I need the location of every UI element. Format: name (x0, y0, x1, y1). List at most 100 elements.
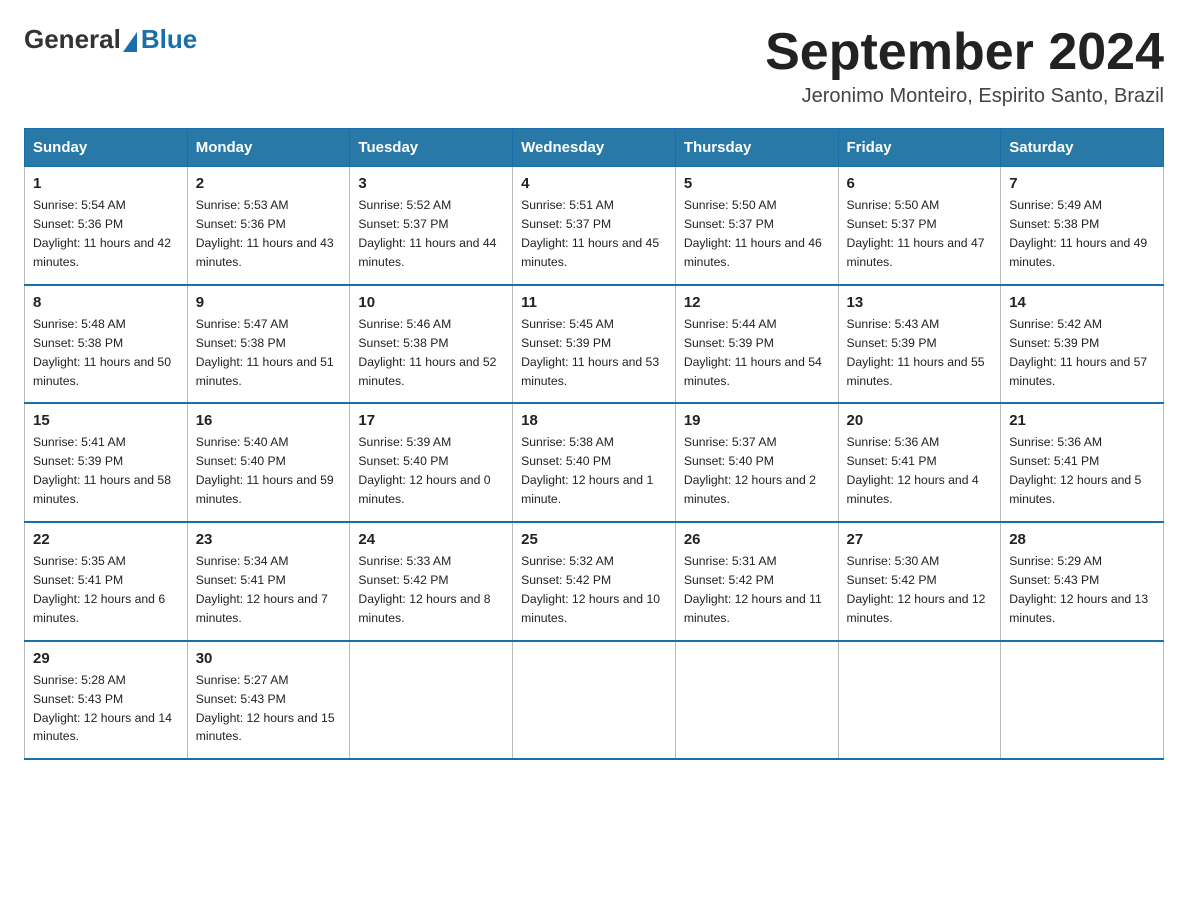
sunset-label: Sunset: 5:38 PM (33, 336, 123, 350)
daylight-label: Daylight: 11 hours and 55 minutes. (847, 355, 985, 388)
sunset-label: Sunset: 5:40 PM (684, 454, 774, 468)
sunset-label: Sunset: 5:40 PM (521, 454, 611, 468)
daylight-label: Daylight: 12 hours and 14 minutes. (33, 711, 172, 744)
weekday-header-saturday: Saturday (1001, 129, 1164, 167)
header: General Blue September 2024 Jeronimo Mon… (24, 24, 1164, 108)
sunrise-label: Sunrise: 5:50 AM (684, 198, 777, 212)
sunset-label: Sunset: 5:43 PM (1009, 573, 1099, 587)
day-number: 19 (684, 412, 830, 429)
daylight-label: Daylight: 11 hours and 45 minutes. (521, 236, 659, 269)
day-number: 4 (521, 175, 667, 192)
day-info: Sunrise: 5:43 AM Sunset: 5:39 PM Dayligh… (847, 315, 993, 391)
sunrise-label: Sunrise: 5:33 AM (358, 554, 451, 568)
location-subtitle: Jeronimo Monteiro, Espirito Santo, Brazi… (765, 85, 1164, 108)
sunset-label: Sunset: 5:37 PM (358, 217, 448, 231)
day-number: 5 (684, 175, 830, 192)
day-number: 3 (358, 175, 504, 192)
sunrise-label: Sunrise: 5:41 AM (33, 435, 126, 449)
day-cell-2: 2 Sunrise: 5:53 AM Sunset: 5:36 PM Dayli… (187, 167, 350, 285)
day-info: Sunrise: 5:32 AM Sunset: 5:42 PM Dayligh… (521, 552, 667, 628)
sunset-label: Sunset: 5:41 PM (1009, 454, 1099, 468)
day-info: Sunrise: 5:36 AM Sunset: 5:41 PM Dayligh… (847, 433, 993, 509)
sunrise-label: Sunrise: 5:36 AM (847, 435, 940, 449)
sunrise-label: Sunrise: 5:34 AM (196, 554, 289, 568)
sunrise-label: Sunrise: 5:53 AM (196, 198, 289, 212)
daylight-label: Daylight: 11 hours and 47 minutes. (847, 236, 985, 269)
day-info: Sunrise: 5:37 AM Sunset: 5:40 PM Dayligh… (684, 433, 830, 509)
day-info: Sunrise: 5:47 AM Sunset: 5:38 PM Dayligh… (196, 315, 342, 391)
day-info: Sunrise: 5:28 AM Sunset: 5:43 PM Dayligh… (33, 671, 179, 747)
daylight-label: Daylight: 12 hours and 4 minutes. (847, 473, 979, 506)
day-number: 20 (847, 412, 993, 429)
logo-triangle-icon (123, 32, 137, 52)
day-info: Sunrise: 5:40 AM Sunset: 5:40 PM Dayligh… (196, 433, 342, 509)
day-number: 22 (33, 531, 179, 548)
sunrise-label: Sunrise: 5:28 AM (33, 673, 126, 687)
day-info: Sunrise: 5:35 AM Sunset: 5:41 PM Dayligh… (33, 552, 179, 628)
sunrise-label: Sunrise: 5:32 AM (521, 554, 614, 568)
sunrise-label: Sunrise: 5:44 AM (684, 317, 777, 331)
day-number: 9 (196, 294, 342, 311)
daylight-label: Daylight: 12 hours and 8 minutes. (358, 592, 490, 625)
day-cell-1: 1 Sunrise: 5:54 AM Sunset: 5:36 PM Dayli… (25, 167, 188, 285)
day-number: 8 (33, 294, 179, 311)
week-row-1: 1 Sunrise: 5:54 AM Sunset: 5:36 PM Dayli… (25, 167, 1164, 285)
daylight-label: Daylight: 11 hours and 51 minutes. (196, 355, 334, 388)
weekday-header-thursday: Thursday (675, 129, 838, 167)
sunset-label: Sunset: 5:39 PM (684, 336, 774, 350)
weekday-header-tuesday: Tuesday (350, 129, 513, 167)
day-info: Sunrise: 5:41 AM Sunset: 5:39 PM Dayligh… (33, 433, 179, 509)
sunrise-label: Sunrise: 5:48 AM (33, 317, 126, 331)
day-number: 17 (358, 412, 504, 429)
day-cell-22: 22 Sunrise: 5:35 AM Sunset: 5:41 PM Dayl… (25, 522, 188, 641)
day-cell-3: 3 Sunrise: 5:52 AM Sunset: 5:37 PM Dayli… (350, 167, 513, 285)
day-info: Sunrise: 5:33 AM Sunset: 5:42 PM Dayligh… (358, 552, 504, 628)
daylight-label: Daylight: 12 hours and 5 minutes. (1009, 473, 1141, 506)
sunset-label: Sunset: 5:43 PM (196, 692, 286, 706)
day-info: Sunrise: 5:51 AM Sunset: 5:37 PM Dayligh… (521, 196, 667, 272)
daylight-label: Daylight: 12 hours and 2 minutes. (684, 473, 816, 506)
day-number: 15 (33, 412, 179, 429)
day-number: 29 (33, 650, 179, 667)
day-info: Sunrise: 5:50 AM Sunset: 5:37 PM Dayligh… (684, 196, 830, 272)
day-info: Sunrise: 5:30 AM Sunset: 5:42 PM Dayligh… (847, 552, 993, 628)
daylight-label: Daylight: 11 hours and 58 minutes. (33, 473, 171, 506)
sunset-label: Sunset: 5:38 PM (1009, 217, 1099, 231)
empty-cell (1001, 641, 1164, 760)
logo-general: General (24, 24, 121, 55)
day-cell-15: 15 Sunrise: 5:41 AM Sunset: 5:39 PM Dayl… (25, 403, 188, 522)
day-cell-5: 5 Sunrise: 5:50 AM Sunset: 5:37 PM Dayli… (675, 167, 838, 285)
sunset-label: Sunset: 5:39 PM (1009, 336, 1099, 350)
day-cell-24: 24 Sunrise: 5:33 AM Sunset: 5:42 PM Dayl… (350, 522, 513, 641)
sunrise-label: Sunrise: 5:42 AM (1009, 317, 1102, 331)
empty-cell (513, 641, 676, 760)
sunrise-label: Sunrise: 5:54 AM (33, 198, 126, 212)
day-number: 18 (521, 412, 667, 429)
sunrise-label: Sunrise: 5:31 AM (684, 554, 777, 568)
day-cell-8: 8 Sunrise: 5:48 AM Sunset: 5:38 PM Dayli… (25, 285, 188, 404)
sunrise-label: Sunrise: 5:47 AM (196, 317, 289, 331)
day-cell-16: 16 Sunrise: 5:40 AM Sunset: 5:40 PM Dayl… (187, 403, 350, 522)
day-info: Sunrise: 5:36 AM Sunset: 5:41 PM Dayligh… (1009, 433, 1155, 509)
day-cell-4: 4 Sunrise: 5:51 AM Sunset: 5:37 PM Dayli… (513, 167, 676, 285)
daylight-label: Daylight: 11 hours and 49 minutes. (1009, 236, 1147, 269)
sunrise-label: Sunrise: 5:27 AM (196, 673, 289, 687)
day-cell-25: 25 Sunrise: 5:32 AM Sunset: 5:42 PM Dayl… (513, 522, 676, 641)
day-number: 25 (521, 531, 667, 548)
day-info: Sunrise: 5:31 AM Sunset: 5:42 PM Dayligh… (684, 552, 830, 628)
day-cell-17: 17 Sunrise: 5:39 AM Sunset: 5:40 PM Dayl… (350, 403, 513, 522)
day-cell-11: 11 Sunrise: 5:45 AM Sunset: 5:39 PM Dayl… (513, 285, 676, 404)
calendar-body: 1 Sunrise: 5:54 AM Sunset: 5:36 PM Dayli… (25, 167, 1164, 760)
sunset-label: Sunset: 5:43 PM (33, 692, 123, 706)
day-number: 23 (196, 531, 342, 548)
day-number: 21 (1009, 412, 1155, 429)
week-row-4: 22 Sunrise: 5:35 AM Sunset: 5:41 PM Dayl… (25, 522, 1164, 641)
day-cell-13: 13 Sunrise: 5:43 AM Sunset: 5:39 PM Dayl… (838, 285, 1001, 404)
day-number: 1 (33, 175, 179, 192)
logo: General Blue (24, 24, 197, 55)
sunset-label: Sunset: 5:38 PM (196, 336, 286, 350)
empty-cell (838, 641, 1001, 760)
day-number: 11 (521, 294, 667, 311)
day-info: Sunrise: 5:50 AM Sunset: 5:37 PM Dayligh… (847, 196, 993, 272)
day-number: 12 (684, 294, 830, 311)
